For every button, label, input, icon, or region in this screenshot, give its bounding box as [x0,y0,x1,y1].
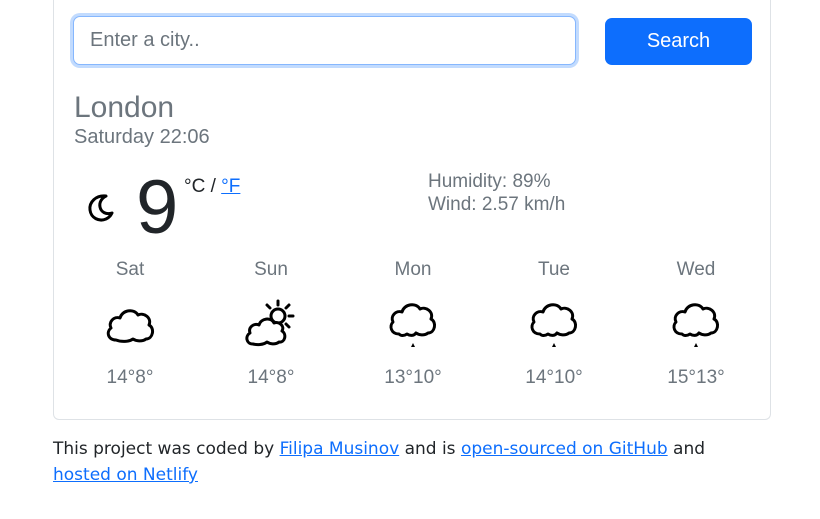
forecast-day-name: Mon [394,259,432,280]
weather-details: Humidity: 89% Wind: 2.57 km/h [428,170,565,216]
humidity-text: Humidity: 89% [428,171,551,192]
cloud-icon [106,309,155,343]
forecast-temps: 14°10° [525,367,583,388]
forecast-temps: 14°8° [106,367,154,388]
forecast-day-name: Wed [676,259,716,280]
github-link[interactable]: open-sourced on GitHub [461,439,668,459]
forecast-day-mon: Mon 13°10° [363,258,463,390]
forecast-day-name: Sun [254,259,288,280]
forecast-day-sat: Sat 14°8° [80,258,180,390]
forecast-temps: 15°13° [667,367,725,388]
wind-text: Wind: 2.57 km/h [428,194,566,215]
rain-cloud-icon [530,303,578,347]
current-datetime: Saturday 22:06 [74,126,210,148]
partly-sunny-icon [245,299,295,347]
rain-cloud-icon [389,303,437,347]
unit-switcher: °C / °F [184,176,240,198]
forecast-day-name: Tue [537,259,571,280]
forecast-day-name: Sat [115,259,145,280]
forecast-day-wed: Wed 15°13° [646,258,746,390]
footer-text: This project was coded by [53,439,280,459]
footer-text: and is [399,439,461,459]
forecast-temps: 13°10° [384,367,442,388]
forecast-day-sun: Sun 14°8° [221,258,321,390]
moon-icon [88,194,114,222]
city-name: London [74,91,175,124]
forecast-temps: 14°8° [247,367,295,388]
current-temperature: 9 [136,165,179,250]
footer-text: and [667,439,706,459]
rain-cloud-icon [672,303,720,347]
forecast-day-tue: Tue 14°10° [504,258,604,390]
unit-separator: / [205,176,222,197]
footer: This project was coded by Filipa Musinov… [53,436,753,488]
author-link[interactable]: Filipa Musinov [280,439,400,459]
celsius-unit: °C [184,176,206,197]
search-button[interactable]: Search [605,18,752,65]
city-search-input[interactable] [73,16,576,65]
netlify-link[interactable]: hosted on Netlify [53,465,198,485]
fahrenheit-link[interactable]: °F [221,176,240,197]
